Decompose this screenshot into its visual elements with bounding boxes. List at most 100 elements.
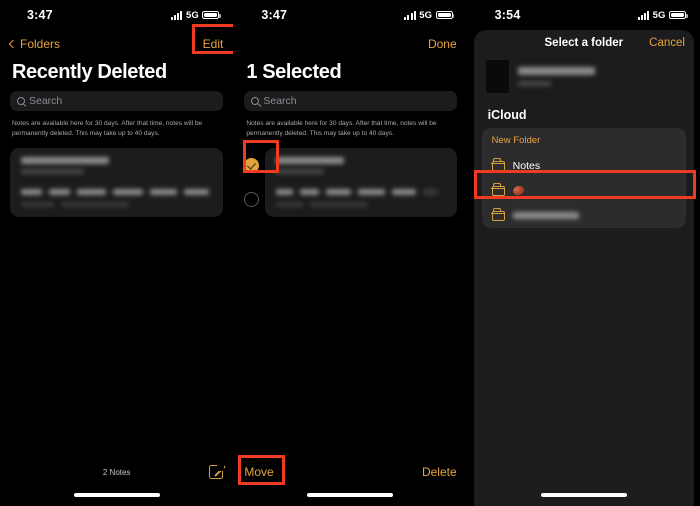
battery-full-icon xyxy=(435,10,455,20)
note-card[interactable] xyxy=(10,182,224,218)
redacted-subtitle xyxy=(276,169,324,175)
network-label: 5G xyxy=(419,9,433,21)
redacted-folder-name xyxy=(512,212,579,219)
redacted-line xyxy=(21,189,212,196)
status-time: 3:47 xyxy=(261,8,288,22)
new-folder-button[interactable]: New Folder xyxy=(482,128,686,153)
redacted-chunk xyxy=(150,189,178,196)
page-title: 1 Selected xyxy=(246,61,342,83)
home-indicator xyxy=(307,493,394,497)
redacted-title xyxy=(21,157,109,165)
redacted-line xyxy=(21,202,212,208)
delete-button[interactable]: Delete xyxy=(422,465,457,479)
note-card[interactable] xyxy=(265,148,457,183)
status-bar: 3:54 5G xyxy=(468,0,700,30)
folder-row-notes[interactable]: Notes xyxy=(482,153,686,178)
account-name-redacted xyxy=(517,67,682,86)
search-icon xyxy=(17,97,25,105)
redacted-chunk xyxy=(423,189,439,196)
folder-label: Notes xyxy=(512,159,541,172)
select-folder-sheet: Select a folder Cancel iCloud New Folder… xyxy=(473,30,694,506)
battery-full-icon xyxy=(668,10,688,20)
cancel-button[interactable]: Cancel xyxy=(649,37,685,49)
redacted-account-name xyxy=(517,67,595,75)
notes-list xyxy=(0,148,233,218)
folder-icon xyxy=(491,183,505,196)
section-header-icloud: iCloud xyxy=(487,108,527,122)
note-list-item[interactable] xyxy=(244,148,457,183)
new-folder-label: New Folder xyxy=(491,135,541,146)
redacted-chunk xyxy=(276,202,304,208)
home-indicator xyxy=(540,493,627,497)
status-time: 3:54 xyxy=(494,8,521,22)
redacted-chunk xyxy=(21,189,43,196)
redacted-subtitle xyxy=(21,169,85,175)
redacted-chunk xyxy=(49,189,71,196)
note-list-item[interactable] xyxy=(10,182,224,218)
status-time: 3:47 xyxy=(27,8,53,22)
redacted-chunk xyxy=(310,202,368,208)
search-field[interactable]: Search xyxy=(244,91,457,111)
panel-select-folder: 3:54 5G Select a folder Cancel iCloud Ne… xyxy=(466,0,700,506)
note-card[interactable] xyxy=(10,148,224,183)
chestnut-emoji-icon xyxy=(511,184,525,197)
done-button[interactable]: Done xyxy=(428,37,457,51)
cellular-bars-icon xyxy=(170,10,183,20)
retention-disclaimer: Notes are available here for 30 days. Af… xyxy=(12,120,203,138)
page-title: Recently Deleted xyxy=(12,61,167,83)
redacted-chunk xyxy=(300,189,319,196)
redacted-chunk xyxy=(112,189,144,196)
back-button-folders[interactable]: Folders xyxy=(8,37,60,51)
bottom-toolbar: 2 Notes xyxy=(0,460,233,484)
redacted-chunk xyxy=(184,189,209,196)
note-list-item[interactable] xyxy=(244,182,457,218)
redacted-chunk xyxy=(77,189,106,196)
notes-list xyxy=(234,148,466,218)
nav-bar: Folders Edit xyxy=(0,30,233,57)
redacted-chunk xyxy=(392,189,417,196)
search-field[interactable]: Search xyxy=(10,91,224,111)
redacted-chunk xyxy=(325,189,352,196)
panel-edit-mode: 3:47 5G Done 1 Selected Search Notes are… xyxy=(233,0,467,506)
edit-button[interactable]: Edit xyxy=(203,37,224,51)
redacted-line xyxy=(276,202,445,208)
redacted-chunk xyxy=(21,202,54,208)
folder-row-redacted[interactable] xyxy=(482,203,686,228)
account-row xyxy=(474,56,694,103)
circle-empty-icon[interactable] xyxy=(244,192,260,208)
search-placeholder: Search xyxy=(263,95,297,107)
three-panel-guide: 3:47 5G Folders Edit Recently Deleted Se… xyxy=(0,0,700,506)
status-indicators: 5G xyxy=(404,9,455,21)
nav-bar: Done xyxy=(234,30,466,57)
battery-full-icon xyxy=(202,10,221,20)
bottom-toolbar: Move Delete xyxy=(234,460,466,484)
folder-icon xyxy=(491,158,505,171)
note-list-item[interactable] xyxy=(10,148,224,183)
redacted-chunk xyxy=(60,202,130,208)
home-indicator xyxy=(73,493,160,497)
note-preview-redacted xyxy=(10,182,223,217)
note-preview-redacted xyxy=(265,148,456,182)
note-count-label: 2 Notes xyxy=(102,467,131,477)
cellular-bars-icon xyxy=(404,10,416,20)
sheet-title: Select a folder xyxy=(544,37,624,49)
search-placeholder: Search xyxy=(29,95,63,107)
folder-row-emoji[interactable] xyxy=(482,178,686,203)
redacted-account-detail xyxy=(517,81,551,86)
redacted-title xyxy=(276,157,345,165)
chevron-left-icon xyxy=(8,39,18,48)
status-indicators: 5G xyxy=(637,9,688,21)
avatar xyxy=(485,60,509,93)
cellular-bars-icon xyxy=(637,10,650,20)
redacted-chunk xyxy=(358,189,386,196)
move-button[interactable]: Move xyxy=(244,465,273,479)
checkmark-circle-filled-icon[interactable] xyxy=(244,157,260,173)
sheet-nav-bar: Select a folder Cancel xyxy=(474,30,694,56)
network-label: 5G xyxy=(652,9,666,21)
note-preview-redacted xyxy=(265,182,456,217)
status-bar: 3:47 5G xyxy=(234,0,466,30)
note-card[interactable] xyxy=(265,182,457,218)
panel-recently-deleted: 3:47 5G Folders Edit Recently Deleted Se… xyxy=(0,0,234,506)
compose-note-icon[interactable] xyxy=(209,463,225,479)
retention-disclaimer: Notes are available here for 30 days. Af… xyxy=(246,120,437,138)
